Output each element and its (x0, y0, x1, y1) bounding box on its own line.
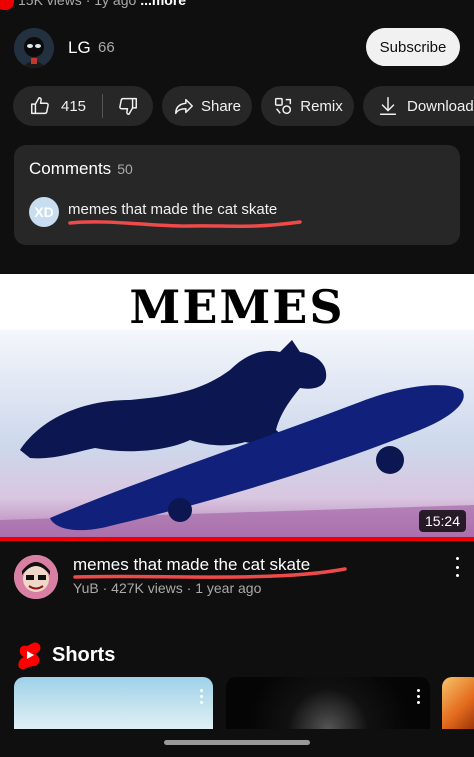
short-thumbnail[interactable] (442, 677, 474, 729)
progress-dot-icon (0, 0, 14, 10)
like-button[interactable]: 415 (13, 95, 102, 117)
video-description-partial: 15K views · 1y ago ...more (0, 0, 474, 10)
watch-progress-bar (0, 537, 474, 541)
action-bar: 415 Share Remix Download (13, 86, 474, 126)
subscribe-button[interactable]: Subscribe (366, 28, 460, 66)
remix-icon (275, 97, 292, 115)
shorts-logo-icon (18, 642, 41, 669)
comments-header: Comments 50 (29, 159, 133, 179)
subscriber-count: 66 (98, 39, 115, 56)
share-label: Share (200, 97, 242, 115)
comments-title: Comments (29, 159, 112, 178)
remix-button[interactable]: Remix (261, 86, 354, 126)
thumbs-down-icon (119, 97, 137, 115)
short-more-menu-icon[interactable] (200, 689, 203, 704)
download-label: Download (407, 97, 474, 115)
like-count: 415 (61, 97, 87, 115)
short-thumbnail[interactable] (14, 677, 213, 729)
share-arrow-icon (175, 98, 193, 115)
remix-label: Remix (300, 97, 343, 115)
download-button[interactable]: Download (363, 86, 474, 126)
channel-avatar-yub[interactable] (14, 555, 58, 599)
shorts-label: Shorts (52, 643, 116, 666)
red-underline-annotation (68, 220, 302, 228)
video-more-menu-icon[interactable] (450, 557, 464, 577)
like-dislike-pill: 415 (13, 86, 153, 126)
system-nav-bar (0, 729, 474, 757)
short-thumbnail[interactable] (226, 677, 430, 729)
shorts-header: Shorts (18, 640, 115, 670)
video-thumbnail[interactable]: MEMES 15:24 (0, 274, 474, 540)
top-comment-text: memes that made the cat skate (68, 201, 278, 218)
cat-skateboard-image (0, 330, 474, 540)
channel-row: LG 66 Subscribe (14, 28, 460, 70)
video-duration: 15:24 (418, 510, 466, 532)
channel-avatar[interactable] (14, 28, 54, 68)
channel-name[interactable]: LG (68, 38, 91, 58)
comments-card[interactable]: Comments 50 XD memes that made the cat sk… (14, 145, 460, 245)
download-icon (379, 97, 397, 115)
views-and-age: 15K views · 1y ago (18, 0, 137, 8)
red-underline-annotation-title (73, 567, 347, 579)
video-info-row[interactable]: memes that made the cat skate YuB · 427K… (14, 555, 464, 605)
thumbs-up-icon (31, 97, 49, 115)
commenter-avatar: XD (29, 197, 59, 227)
share-button[interactable]: Share (162, 86, 252, 126)
dislike-button[interactable] (103, 95, 153, 117)
comments-count: 50 (117, 161, 133, 177)
short-more-menu-icon[interactable] (417, 689, 420, 704)
gesture-handle[interactable] (164, 740, 310, 745)
more-link[interactable]: ...more (140, 0, 186, 8)
thumbnail-caption: MEMES (129, 280, 345, 334)
